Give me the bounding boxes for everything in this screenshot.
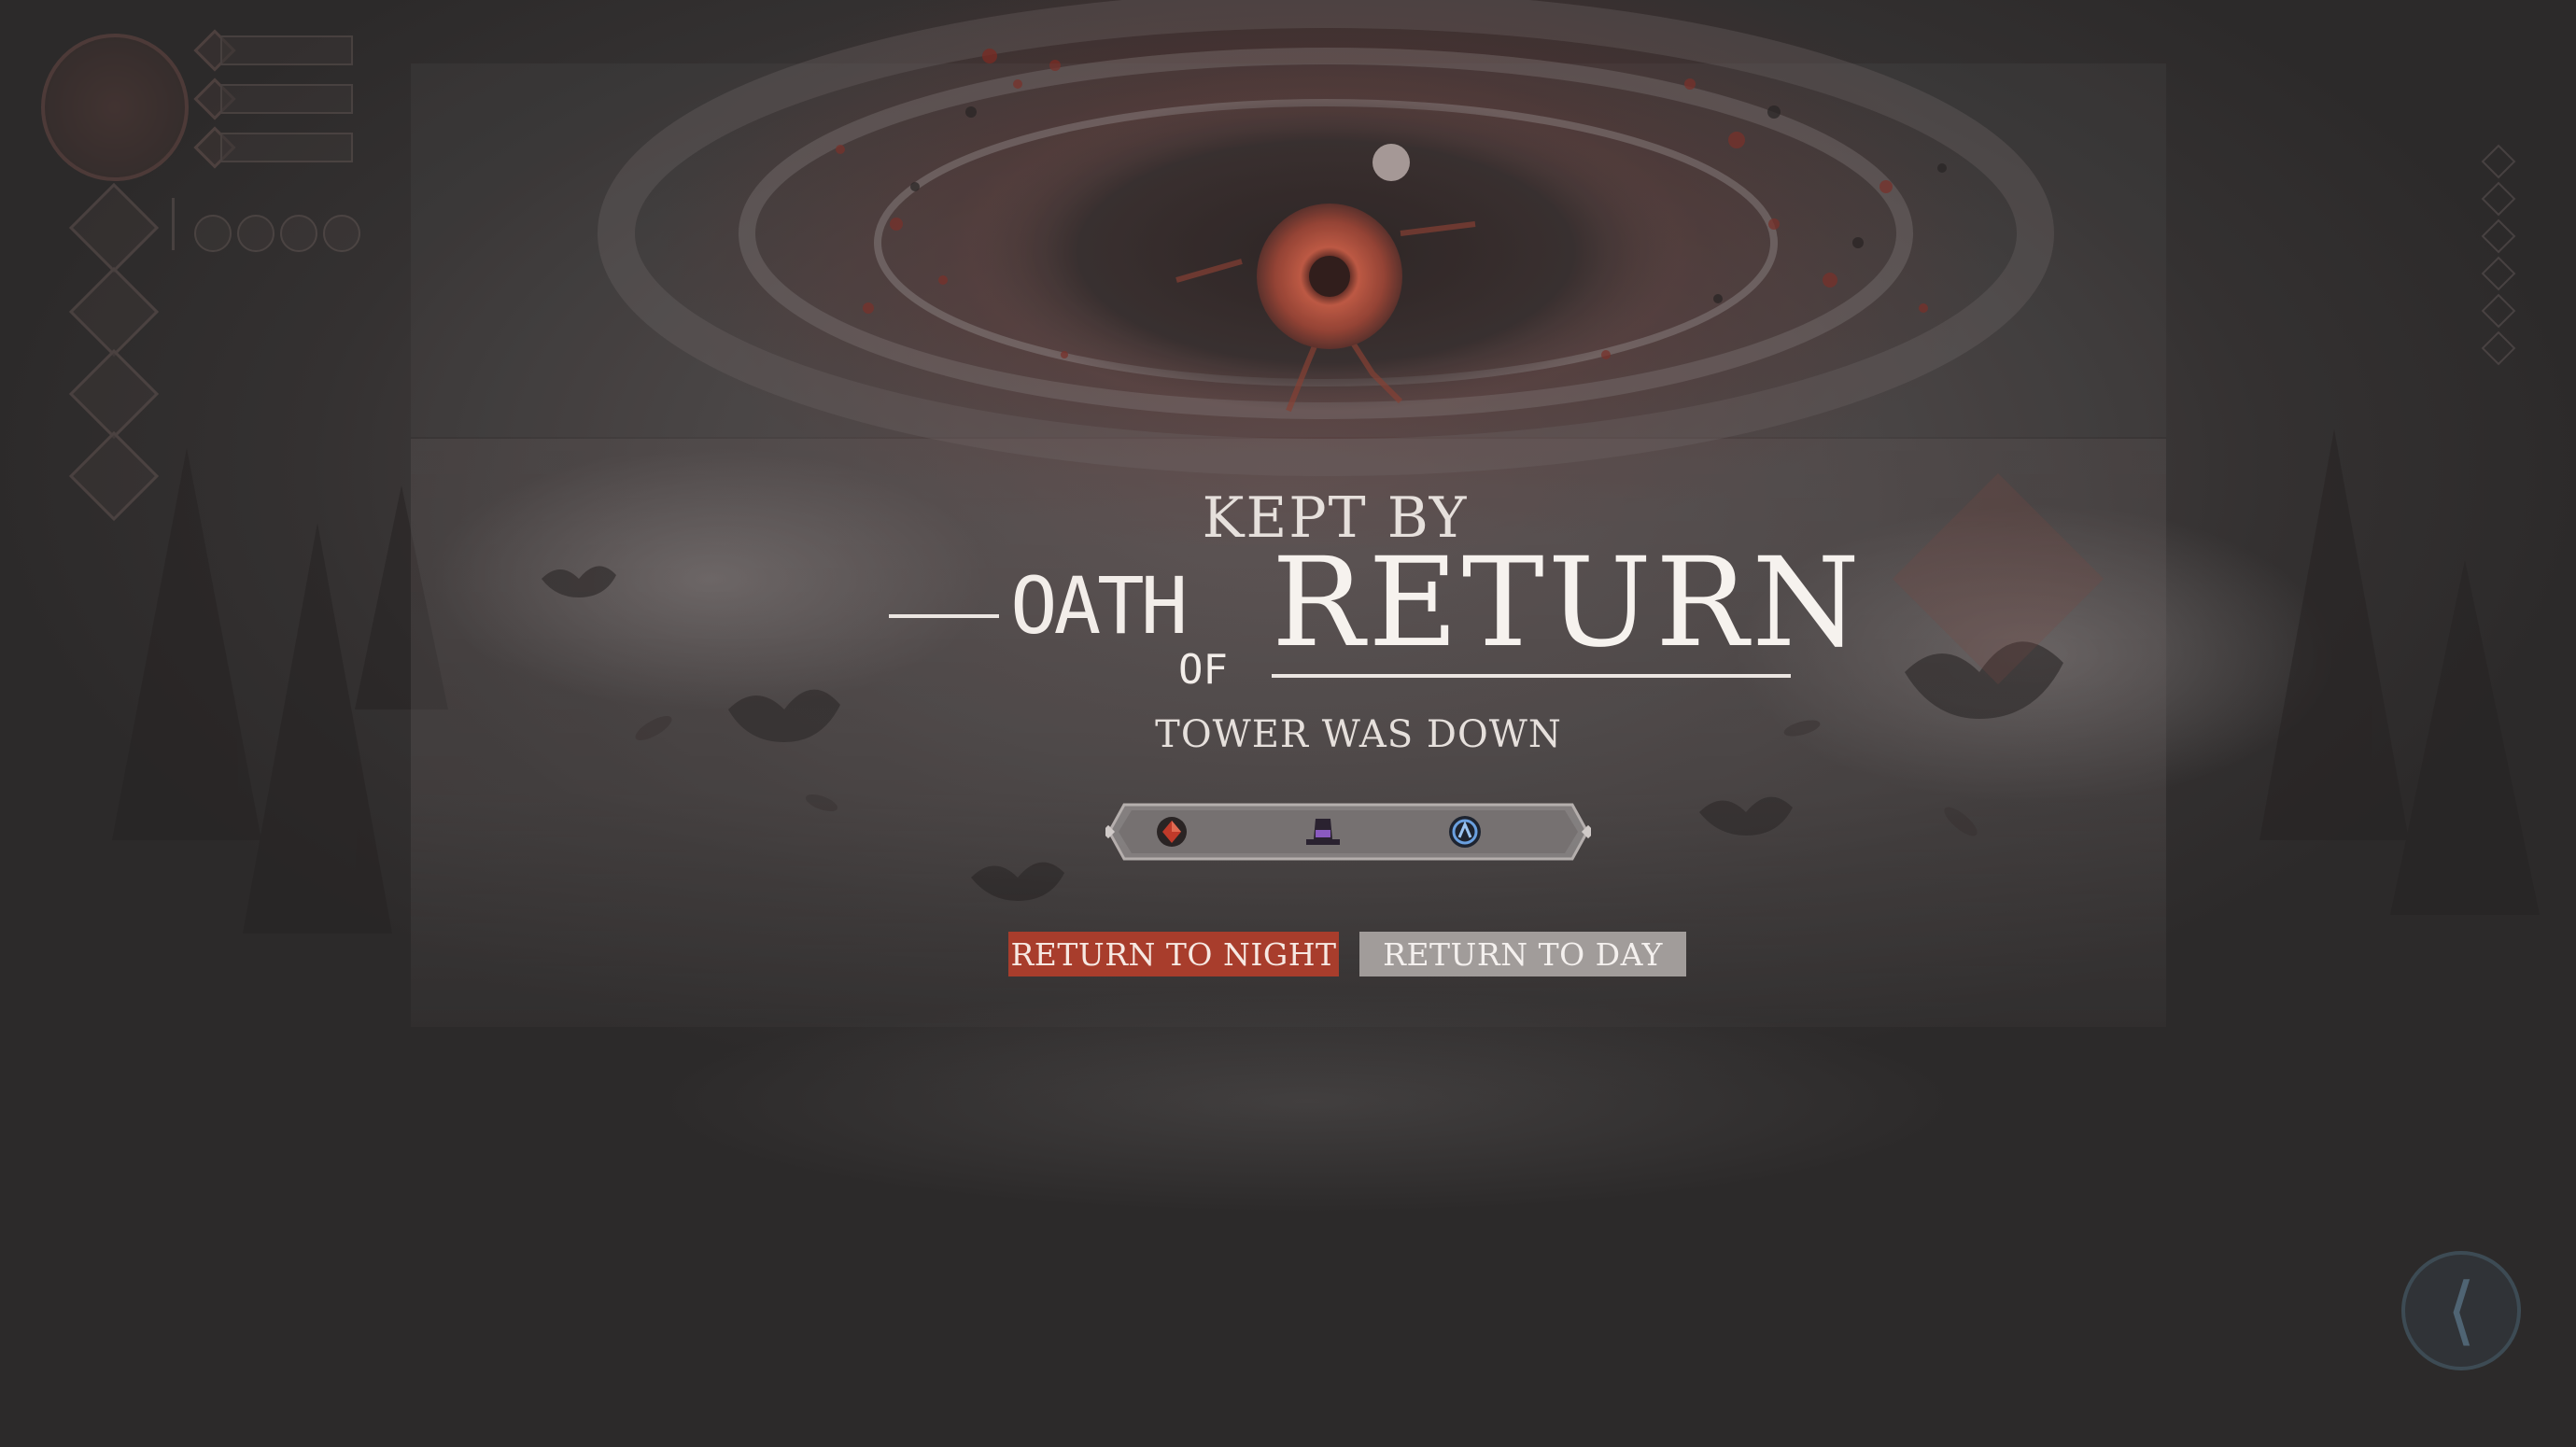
purple-hat-icon: [1302, 810, 1344, 853]
item-icon-panel: [1105, 801, 1591, 863]
mana-bar: [220, 84, 353, 114]
title-line-left: [889, 614, 999, 618]
top-overlay-band: [411, 63, 2166, 437]
game-screen: ⟨ KEPT BY OATH OF RETURN TOWER WAS DOWN: [0, 0, 2576, 1447]
blue-rune-icon: [1443, 810, 1486, 853]
stamina-bar: [220, 133, 353, 162]
return-to-night-label: RETURN TO NIGHT: [1010, 935, 1337, 973]
return-to-day-button[interactable]: RETURN TO DAY: [1359, 932, 1686, 976]
skill-slot-icon: [68, 430, 160, 522]
skill-slot-icon: [68, 348, 160, 440]
charge-orb-icon: [323, 215, 360, 252]
skill-slot-icon: [68, 182, 160, 274]
title-return: RETURN: [1272, 531, 1864, 675]
charge-orb-icon: [237, 215, 274, 252]
hud-divider: [172, 198, 175, 250]
charge-orb-icon: [280, 215, 317, 252]
result-subtitle: TOWER WAS DOWN: [1155, 713, 1562, 756]
return-to-day-label: RETURN TO DAY: [1383, 935, 1663, 973]
red-gem-icon: [1150, 810, 1193, 853]
charge-orb-icon: [194, 215, 232, 252]
title-of: OF: [1178, 646, 1228, 694]
health-bar: [220, 35, 353, 65]
loading-spinner-icon: ⟨: [2401, 1251, 2521, 1370]
skill-slot-icon: [68, 266, 160, 358]
return-to-night-button[interactable]: RETURN TO NIGHT: [1008, 932, 1339, 976]
title-oath: OATH: [1010, 560, 1188, 652]
hud-left: [0, 0, 392, 523]
title-underline: [1272, 674, 1791, 678]
